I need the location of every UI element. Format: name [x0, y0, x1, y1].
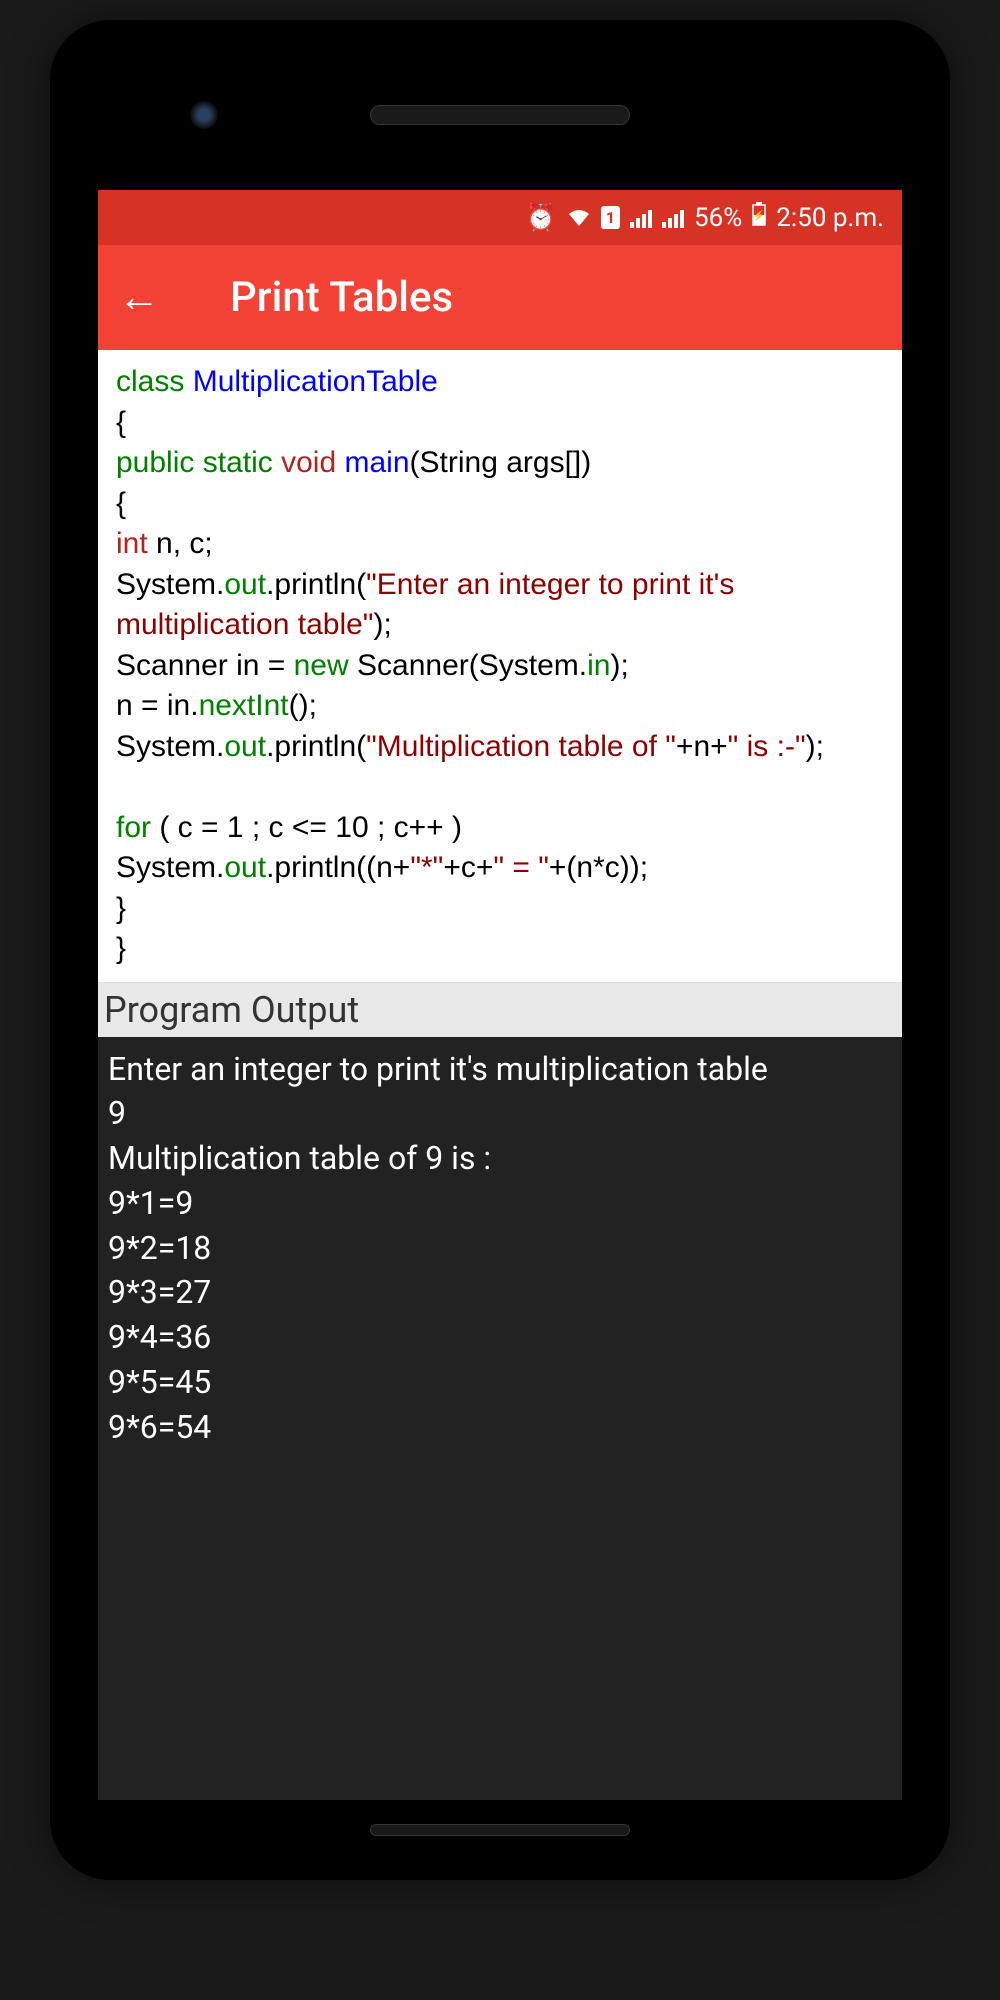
alarm-icon: ⏰ — [524, 203, 556, 233]
front-camera — [190, 101, 218, 129]
code-line: { — [116, 484, 884, 525]
code-line: System.out.println((n+"*"+c+" = "+(n*c))… — [116, 848, 884, 889]
code-viewer[interactable]: class MultiplicationTable { public stati… — [98, 350, 902, 982]
code-line: n = in.nextInt(); — [116, 686, 884, 727]
code-line: for ( c = 1 ; c <= 10 ; c++ ) — [116, 808, 884, 849]
code-line: int n, c; — [116, 524, 884, 565]
output-line: Multiplication table of 9 is : — [108, 1136, 892, 1181]
code-line — [116, 767, 884, 808]
sim-badge: 1 — [601, 206, 620, 229]
code-line: class MultiplicationTable — [116, 362, 884, 403]
back-button[interactable]: ← — [118, 273, 160, 322]
output-line: 9*1=9 — [108, 1181, 892, 1226]
output-line: 9*5=45 — [108, 1360, 892, 1405]
svg-text:⚡: ⚡ — [753, 209, 765, 222]
screen: ⏰ 1 56% ⚡ 2:50 p.m. ← Print Tables — [98, 190, 902, 1800]
phone-frame: ⏰ 1 56% ⚡ 2:50 p.m. ← Print Tables — [50, 20, 950, 1880]
signal-icon-1 — [630, 208, 652, 228]
status-bar: ⏰ 1 56% ⚡ 2:50 p.m. — [98, 190, 902, 245]
battery-icon: ⚡ — [752, 202, 766, 233]
phone-top-bezel — [70, 40, 930, 190]
code-line: System.out.println("Multiplication table… — [116, 727, 884, 768]
output-line: 9*3=27 — [108, 1270, 892, 1315]
code-line: } — [116, 929, 884, 970]
app-bar: ← Print Tables — [98, 245, 902, 350]
battery-percent: 56% — [694, 203, 742, 233]
signal-icon-2 — [662, 208, 684, 228]
output-line: 9 — [108, 1091, 892, 1136]
output-header: Program Output — [98, 982, 902, 1037]
output-line: 9*6=54 — [108, 1405, 892, 1450]
code-line: { — [116, 403, 884, 444]
clock-time: 2:50 p.m. — [776, 203, 884, 233]
wifi-icon — [567, 203, 591, 233]
earpiece-speaker — [370, 105, 630, 125]
output-line: Enter an integer to print it's multiplic… — [108, 1047, 892, 1092]
output-line: 9*2=18 — [108, 1226, 892, 1271]
status-icons: ⏰ 1 56% ⚡ 2:50 p.m. — [524, 202, 884, 233]
page-title: Print Tables — [230, 273, 453, 322]
code-line: public static void main(String args[]) — [116, 443, 884, 484]
output-console[interactable]: Enter an integer to print it's multiplic… — [98, 1037, 902, 1801]
output-line: 9*4=36 — [108, 1315, 892, 1360]
code-line: System.out.println("Enter an integer to … — [116, 565, 884, 646]
phone-body: ⏰ 1 56% ⚡ 2:50 p.m. ← Print Tables — [70, 40, 930, 1860]
phone-bottom-bezel — [70, 1800, 930, 1860]
code-line: } — [116, 889, 884, 930]
bottom-speaker — [370, 1824, 630, 1836]
code-line: Scanner in = new Scanner(System.in); — [116, 646, 884, 687]
